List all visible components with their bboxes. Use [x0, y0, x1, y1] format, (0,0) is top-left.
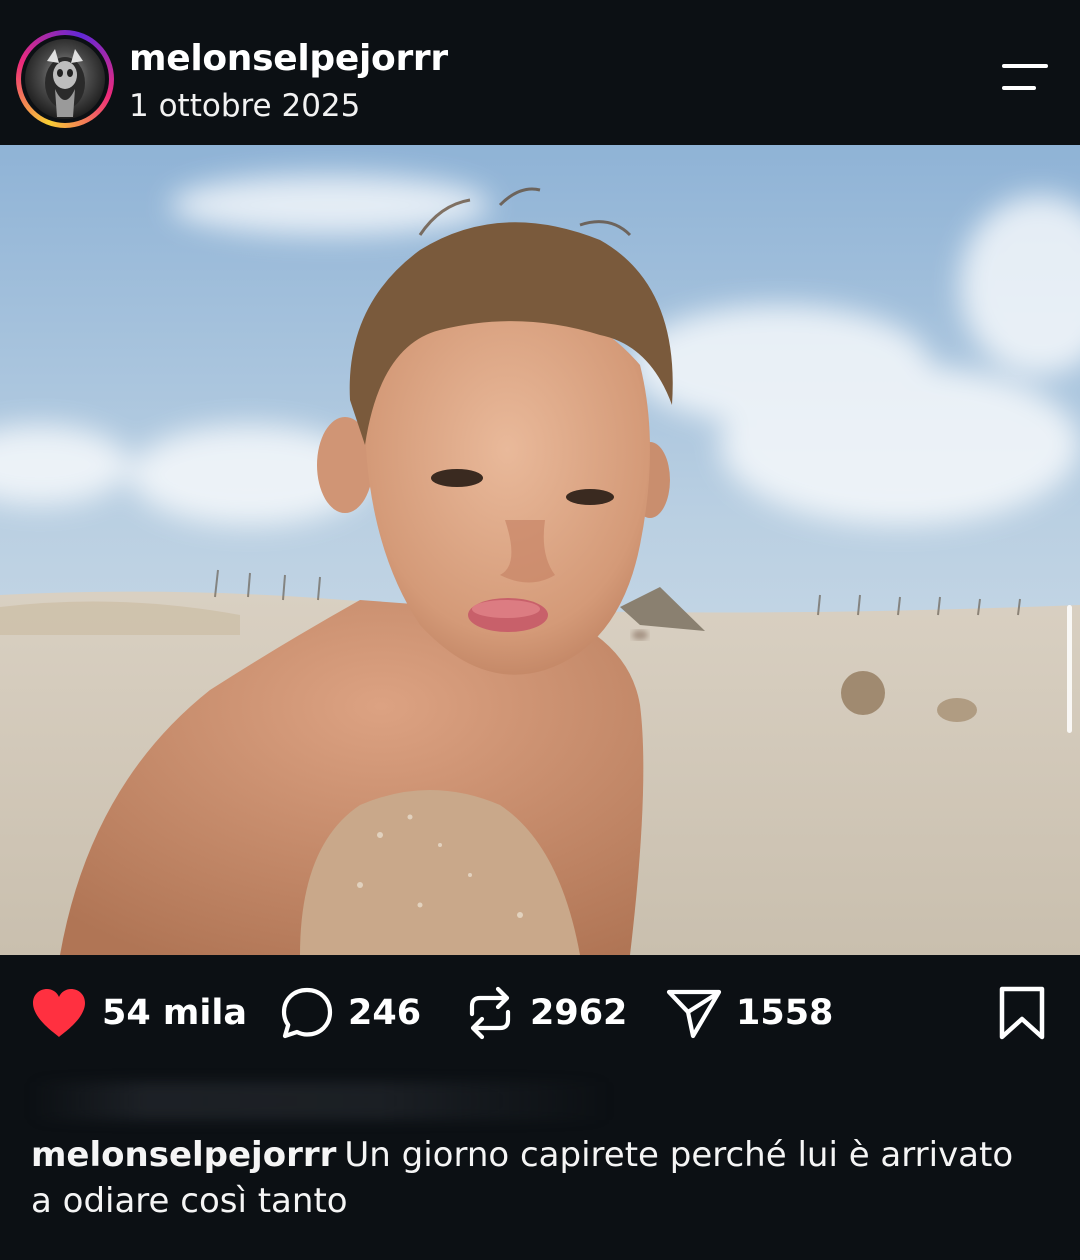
share-button[interactable]: 1558: [666, 985, 833, 1041]
liked-by-blurred: [30, 1082, 610, 1120]
heart-icon[interactable]: [30, 987, 88, 1039]
save-button[interactable]: [996, 985, 1048, 1041]
avatar[interactable]: [25, 39, 105, 119]
caption-username[interactable]: melonselpejorrr: [31, 1135, 336, 1175]
share-count: 1558: [736, 993, 834, 1033]
post-username[interactable]: melonselpejorrr: [129, 38, 448, 79]
post-caption: melonselpejorrr Un giorno capirete perché…: [31, 1132, 1041, 1224]
like-count: 54 mila: [102, 993, 247, 1033]
bookmark-icon[interactable]: [996, 985, 1048, 1041]
repost-count: 2962: [530, 993, 628, 1033]
comment-count: 246: [348, 993, 422, 1033]
comment-button[interactable]: 246: [280, 985, 421, 1041]
menu-icon[interactable]: [996, 60, 1054, 96]
story-ring[interactable]: [16, 30, 114, 128]
repost-button[interactable]: 2962: [464, 985, 627, 1041]
post-photo[interactable]: [0, 145, 1080, 955]
like-button[interactable]: 54 mila: [30, 985, 247, 1041]
action-bar: 54 mila 246 2962 1558: [0, 955, 1080, 1075]
scroll-indicator[interactable]: [1067, 605, 1072, 733]
repost-icon[interactable]: [464, 984, 516, 1042]
comment-bubble-icon[interactable]: [280, 986, 334, 1040]
post-date: 1 ottobre 2025: [129, 88, 361, 124]
post-header: melonselpejorrr 1 ottobre 2025: [0, 0, 1080, 145]
send-icon[interactable]: [666, 987, 722, 1039]
